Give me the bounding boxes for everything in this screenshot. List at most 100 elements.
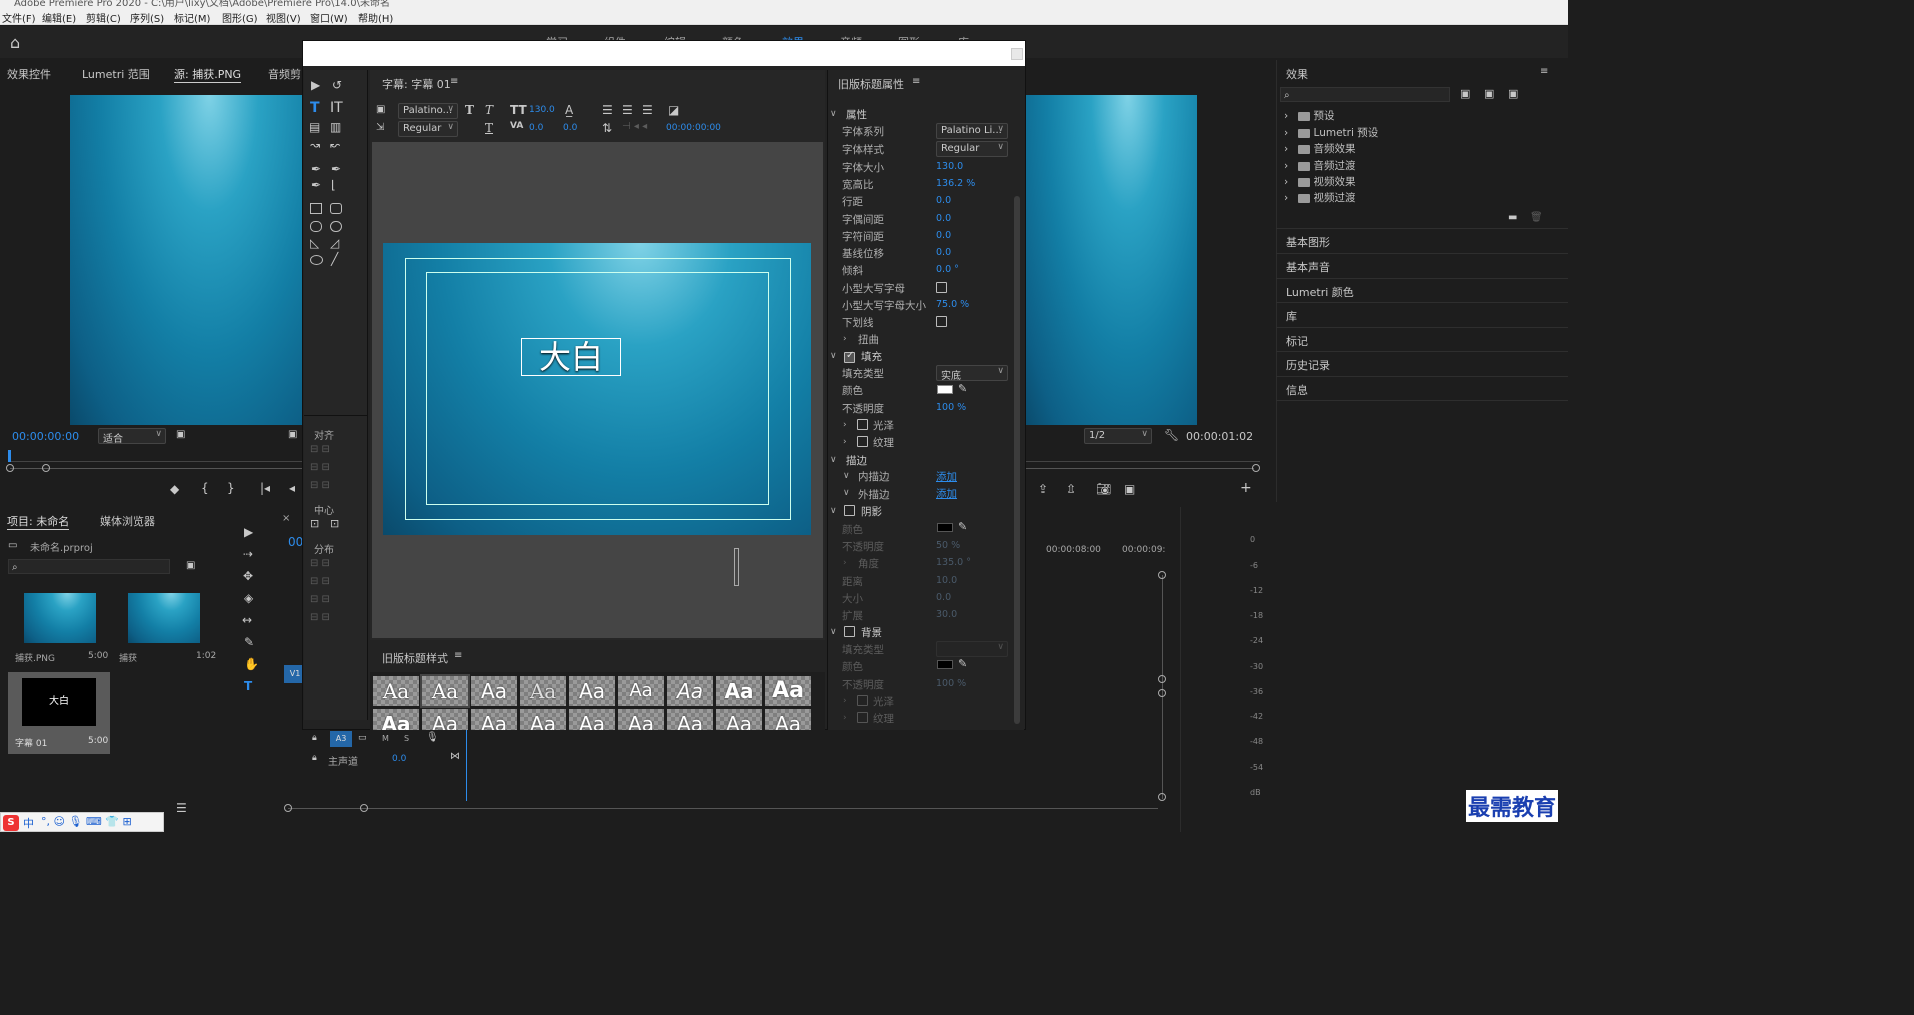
- prop-shadow-size-value[interactable]: 0.0: [936, 592, 951, 603]
- section-caret[interactable]: ∨: [830, 627, 837, 637]
- step-back-icon[interactable]: ◂: [289, 481, 295, 495]
- kerning-value[interactable]: 0.0: [529, 123, 543, 133]
- prop-bg-opacity-value[interactable]: 100 %: [936, 678, 966, 689]
- new-bin-icon[interactable]: ▬: [1508, 212, 1517, 223]
- align-left-text-icon[interactable]: ☰: [602, 103, 613, 117]
- prop-fill-opacity-value[interactable]: 100 %: [936, 402, 966, 413]
- canvas-text-box[interactable]: 大白: [521, 338, 621, 376]
- align-center-text-icon[interactable]: ☰: [622, 103, 633, 117]
- vertical-path-type-icon[interactable]: ↜: [330, 138, 340, 152]
- texture-caret[interactable]: ›: [843, 437, 847, 447]
- prop-baseline-value[interactable]: 0.0: [936, 247, 951, 258]
- ime-mode[interactable]: 中: [23, 815, 34, 831]
- source-timecode[interactable]: 00:00:00:00: [12, 430, 79, 443]
- go-to-in-icon[interactable]: |◂: [260, 481, 270, 495]
- shadow-checkbox[interactable]: [844, 505, 855, 516]
- vscroll-handle-bottom[interactable]: [1158, 793, 1166, 801]
- section-caret[interactable]: ∨: [830, 351, 837, 361]
- hand-icon[interactable]: ✋: [244, 657, 259, 671]
- panel-markers[interactable]: 标记: [1286, 333, 1308, 349]
- menu-edit[interactable]: 编辑(E): [42, 10, 76, 25]
- timeline-playhead-line[interactable]: [466, 729, 467, 801]
- selection-tool-icon[interactable]: ▶: [311, 78, 320, 92]
- distribute-4-icon[interactable]: ⊟ ⊟: [310, 612, 330, 623]
- ime-tools-icon[interactable]: °, ☺ 🎙︎ ⌨ 👕 ⊞: [41, 815, 132, 828]
- line-icon[interactable]: ╱: [331, 252, 338, 266]
- master-track-value[interactable]: 0.0: [392, 754, 406, 764]
- menu-graphics[interactable]: 图形(G): [222, 10, 258, 25]
- bg-texture-checkbox[interactable]: [857, 712, 868, 723]
- ripple-edit-icon[interactable]: ✥: [243, 569, 253, 583]
- wedge-icon[interactable]: ◺: [310, 236, 319, 250]
- leading-value[interactable]: 0.0: [563, 123, 577, 133]
- panel-lumetri-color[interactable]: Lumetri 颜色: [1286, 284, 1354, 300]
- mark-out-icon[interactable]: }: [227, 481, 235, 495]
- distribute-2-icon[interactable]: ⊟ ⊟: [310, 576, 330, 587]
- prop-font-style-dropdown[interactable]: Regular: [936, 141, 1008, 157]
- menu-sequence[interactable]: 序列(S): [130, 10, 164, 25]
- section-shadow[interactable]: 阴影: [861, 504, 882, 519]
- tab-project[interactable]: 项目: 未命名: [7, 513, 70, 530]
- style-swatch[interactable]: Aa: [569, 709, 615, 730]
- styles-menu-icon[interactable]: ≡: [454, 650, 462, 661]
- effects-menu-icon[interactable]: ≡: [1540, 66, 1548, 77]
- align-center-icon[interactable]: ⊟ ⊟: [310, 480, 330, 491]
- panel-essential-sound[interactable]: 基本声音: [1286, 259, 1330, 275]
- prop-kerning-value[interactable]: 0.0: [936, 213, 951, 224]
- area-type-icon[interactable]: ▤: [309, 120, 320, 134]
- timeline-vscroll[interactable]: [1162, 575, 1163, 799]
- tree-video-transitions[interactable]: › 视频过渡: [1284, 190, 1356, 205]
- timeline-timecode[interactable]: 00: [288, 535, 303, 549]
- section-caret[interactable]: ∨: [830, 455, 837, 465]
- section-caret[interactable]: ∨: [830, 506, 837, 516]
- outer-stroke-add-link[interactable]: 添加: [936, 486, 957, 501]
- styles-tab[interactable]: 旧版标题样式: [382, 650, 448, 666]
- style-swatch[interactable]: Aa: [471, 676, 517, 706]
- inner-stroke-add-link[interactable]: 添加: [936, 469, 957, 484]
- panel-essential-graphics[interactable]: 基本图形: [1286, 234, 1330, 250]
- wrench-icon[interactable]: 🔧︎: [1164, 428, 1179, 442]
- properties-scrollbar[interactable]: [1014, 196, 1020, 724]
- prop-tracking-value[interactable]: 0.0: [936, 230, 951, 241]
- sync-lock-icon[interactable]: ▭: [358, 733, 367, 743]
- prop-bg-fill-type-dropdown[interactable]: [936, 641, 1008, 657]
- ellipse-icon[interactable]: [310, 255, 323, 265]
- path-type-icon[interactable]: ↝: [310, 138, 320, 152]
- project-search-input[interactable]: ⌕: [8, 559, 170, 574]
- add-marker-icon[interactable]: ◆: [170, 482, 179, 496]
- center-horizontal-icon[interactable]: ⊡: [310, 517, 319, 530]
- vscroll-handle-top[interactable]: [1158, 571, 1166, 579]
- titler-tab[interactable]: 字幕: 字幕 01: [382, 76, 451, 92]
- section-stroke[interactable]: 描边: [846, 453, 867, 468]
- track-select-icon[interactable]: ⇢: [243, 547, 253, 561]
- zoom-handle-left[interactable]: [6, 464, 14, 472]
- effects-search-input[interactable]: ⌕: [1280, 87, 1450, 102]
- inner-stroke-caret[interactable]: ∨: [843, 471, 850, 481]
- tab-lumetri-scopes[interactable]: Lumetri 范围: [82, 66, 150, 82]
- style-swatch[interactable]: Aa: [618, 676, 664, 706]
- list-view-icon[interactable]: ☰: [176, 801, 187, 815]
- project-item-title-01[interactable]: 大白 字幕 01 5:00: [8, 672, 110, 754]
- bg-color-swatch[interactable]: [937, 660, 953, 669]
- texture-checkbox[interactable]: [857, 436, 868, 447]
- timeline-zoom-bar[interactable]: [288, 808, 1158, 809]
- program-zoom-bar[interactable]: [1024, 468, 1254, 469]
- program-zoom-dropdown[interactable]: 1/2: [1084, 428, 1152, 444]
- menu-window[interactable]: 窗口(W): [310, 10, 348, 25]
- eyedropper-icon[interactable]: ✎: [958, 657, 967, 670]
- pen-icon[interactable]: ✎: [244, 635, 254, 649]
- eyedropper-icon[interactable]: ✎: [958, 382, 967, 395]
- style-swatch[interactable]: Aa: [716, 676, 762, 706]
- show-background-video-icon[interactable]: ◪: [668, 103, 679, 117]
- align-left-icon[interactable]: ⊟ ⊟: [310, 444, 330, 455]
- style-swatch[interactable]: Aa: [765, 709, 811, 730]
- menu-marker[interactable]: 标记(M): [174, 10, 210, 25]
- section-attributes[interactable]: 属性: [846, 107, 867, 122]
- add-anchor-icon[interactable]: ✒: [311, 178, 321, 192]
- arc-icon[interactable]: ◿: [330, 236, 339, 250]
- zoom-handle-right[interactable]: [42, 464, 50, 472]
- settings-icon[interactable]: ▣: [176, 429, 185, 440]
- style-swatch[interactable]: Aa: [471, 709, 517, 730]
- source-zoom-bar[interactable]: [10, 468, 302, 469]
- align-top-icon[interactable]: ⊟ ⊟: [310, 462, 330, 473]
